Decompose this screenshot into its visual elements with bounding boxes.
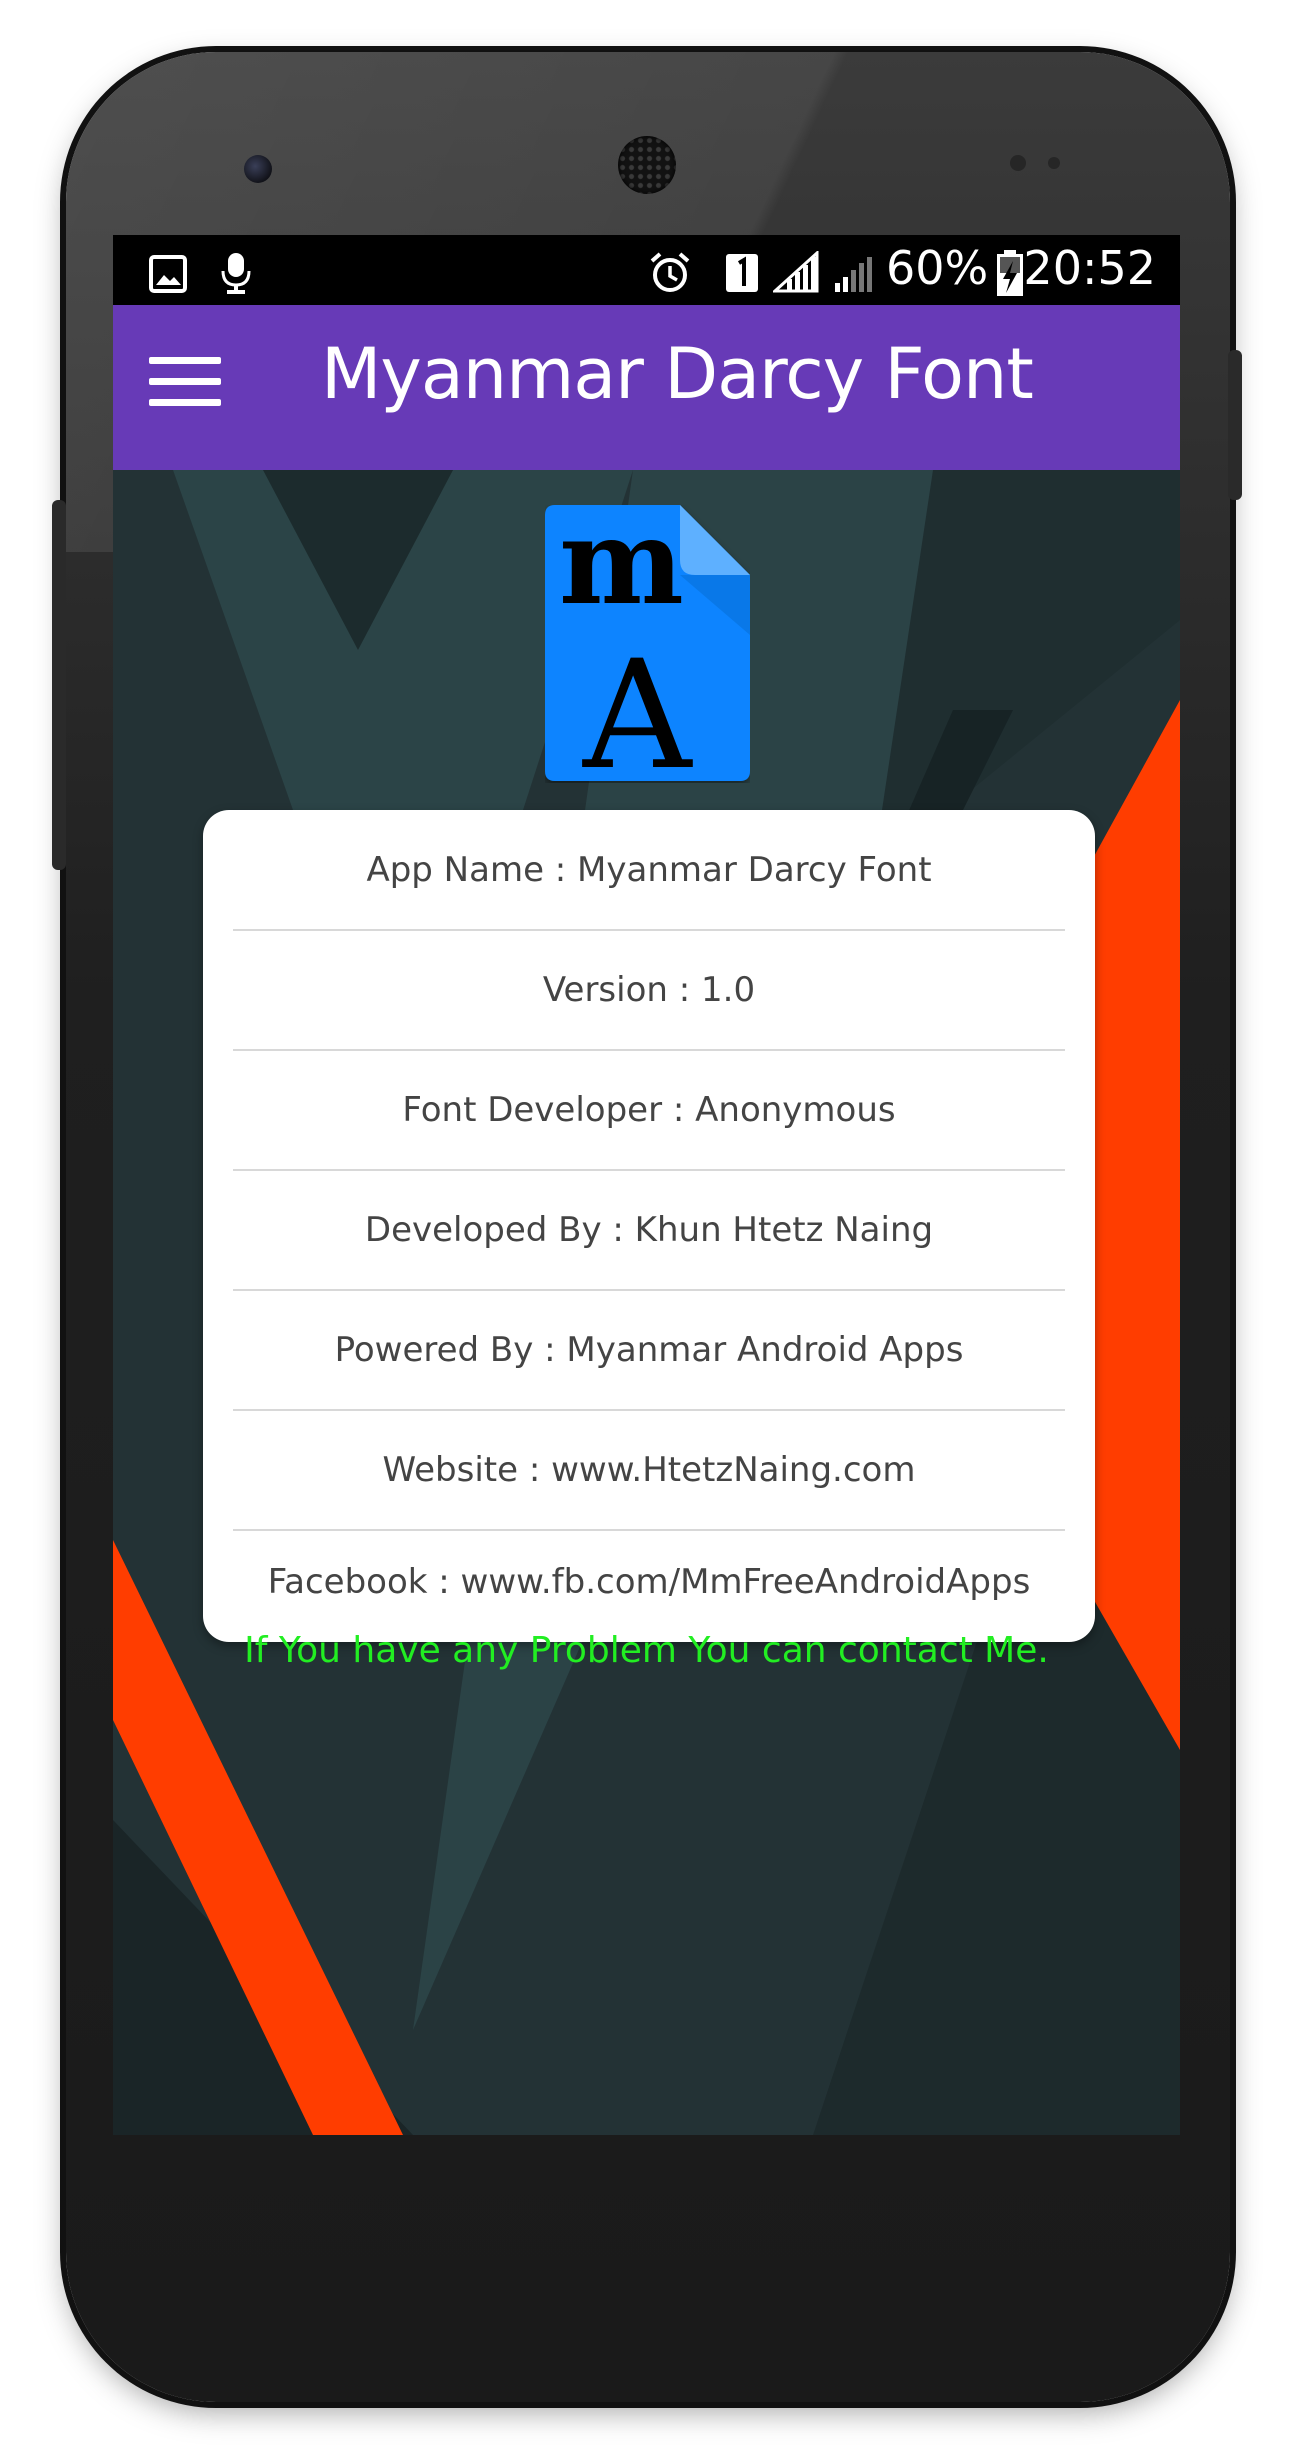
app-logo: m A bbox=[545, 505, 750, 783]
info-facebook-link[interactable]: Facebook : www.fb.com/MmFreeAndroidApps bbox=[233, 1522, 1065, 1642]
phone-screen: 60% 20:52 Myanmar Darcy Font m A App Nam… bbox=[113, 235, 1180, 2135]
info-version: Version : 1.0 bbox=[542, 970, 756, 1010]
contact-message[interactable]: If You have any Problem You can contact … bbox=[113, 1630, 1180, 1671]
info-website-link[interactable]: Website : www.HtetzNaing.com bbox=[233, 1410, 1065, 1530]
logo-glyph-bottom: A bbox=[582, 629, 693, 783]
earpiece-speaker bbox=[618, 136, 676, 194]
logo-glyph-top: m bbox=[559, 505, 684, 631]
page-title: Myanmar Darcy Font bbox=[321, 333, 1034, 415]
front-camera bbox=[244, 155, 272, 183]
about-content: m A App Name : Myanmar Darcy Font Versio… bbox=[113, 470, 1180, 2135]
app-info-card: App Name : Myanmar Darcy Font Version : … bbox=[203, 810, 1095, 1642]
light-sensor bbox=[1048, 157, 1060, 169]
signal-weak-icon bbox=[835, 257, 872, 292]
info-app-name: App Name : Myanmar Darcy Font bbox=[366, 850, 932, 890]
battery-percent: 60% bbox=[886, 241, 989, 295]
voice-mic-icon bbox=[221, 253, 251, 294]
hamburger-menu-icon[interactable] bbox=[149, 357, 221, 417]
info-font-developer: Font Developer : Anonymous bbox=[402, 1090, 896, 1130]
power-button bbox=[1228, 350, 1242, 500]
image-icon bbox=[149, 255, 187, 293]
info-developed-by: Developed By : Khun Htetz Naing bbox=[364, 1210, 934, 1250]
info-powered-by: Powered By : Myanmar Android Apps bbox=[334, 1330, 964, 1370]
volume-button bbox=[52, 500, 66, 870]
app-bar: Myanmar Darcy Font bbox=[113, 305, 1180, 470]
proximity-sensor bbox=[1010, 155, 1026, 171]
status-bar: 60% 20:52 bbox=[113, 235, 1180, 305]
alarm-clock-icon bbox=[650, 252, 690, 292]
battery-charging-icon bbox=[997, 250, 1023, 296]
signal-full-icon bbox=[773, 251, 819, 293]
sim-1-icon bbox=[726, 254, 758, 292]
status-time: 20:52 bbox=[1023, 241, 1156, 295]
